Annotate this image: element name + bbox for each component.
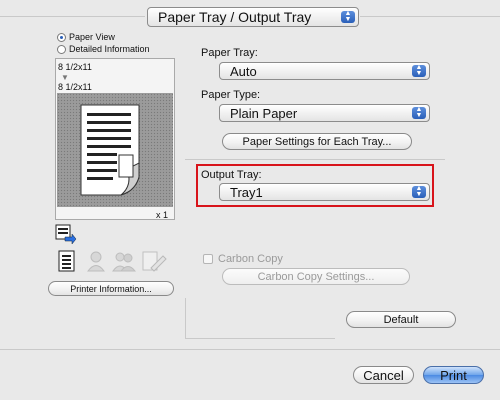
user-icon [87, 251, 105, 272]
popup-arrows-icon: ▲ ▼ [412, 64, 426, 77]
document-icon [58, 250, 75, 272]
paper-type-value: Plain Paper [230, 105, 298, 121]
carbon-copy-settings-button[interactable]: Carbon Copy Settings... [222, 268, 410, 285]
paper-tray-value: Auto [230, 63, 257, 79]
header-divider-right [360, 16, 500, 17]
copies-count: x 1 [156, 210, 169, 220]
paper-size-original: 8 1/2x11 [58, 62, 92, 72]
page-preview-icon [80, 104, 140, 196]
printer-information-button[interactable]: Printer Information... [48, 281, 174, 296]
paper-size-output: 8 1/2x11 [58, 82, 92, 92]
carbon-copy-label: Carbon Copy [218, 253, 283, 265]
paper-preview-panel: 8 1/2x11 ▼ 8 1/2x11 x 1 [55, 58, 175, 220]
paper-tray-select[interactable]: Auto ▲ ▼ [219, 62, 430, 80]
print-button[interactable]: Print [423, 366, 484, 384]
paper-type-label: Paper Type: [201, 89, 261, 101]
paper-settings-each-tray-button[interactable]: Paper Settings for Each Tray... [222, 133, 412, 150]
stamp-icon [142, 251, 167, 272]
cancel-button[interactable]: Cancel [353, 366, 414, 384]
detailed-information-label: Detailed Information [69, 44, 150, 54]
paper-tray-label: Paper Tray: [201, 47, 258, 59]
default-button[interactable]: Default [346, 311, 456, 328]
output-tray-icon [55, 224, 77, 244]
popup-arrows-icon: ▲ ▼ [412, 106, 426, 119]
paper-preview-area [57, 93, 173, 207]
bottom-section-divider [185, 338, 335, 339]
header-divider-left [0, 16, 145, 17]
vertical-divider [185, 298, 186, 338]
section-divider [185, 159, 445, 160]
carbon-copy-checkbox[interactable] [203, 254, 213, 264]
popup-arrows-icon: ▲ ▼ [341, 10, 355, 23]
users-icon [112, 252, 136, 272]
footer-divider [0, 349, 500, 350]
output-tray-label: Output Tray: [201, 169, 262, 181]
paper-type-select[interactable]: Plain Paper ▲ ▼ [219, 104, 430, 122]
paper-view-label: Paper View [69, 32, 115, 42]
paper-view-radio[interactable] [57, 33, 66, 42]
output-tray-value: Tray1 [230, 184, 263, 200]
panel-selector-label: Paper Tray / Output Tray [158, 9, 312, 25]
detailed-information-radio[interactable] [57, 45, 66, 54]
down-arrow-icon: ▼ [61, 73, 69, 82]
panel-selector[interactable]: Paper Tray / Output Tray ▲ ▼ [147, 7, 359, 27]
output-tray-select[interactable]: Tray1 ▲ ▼ [219, 183, 430, 201]
popup-arrows-icon: ▲ ▼ [412, 185, 426, 198]
